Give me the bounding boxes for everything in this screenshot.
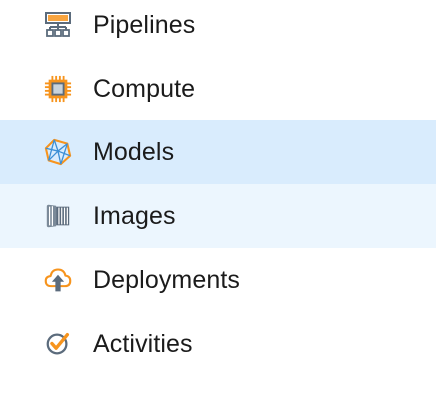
deployments-icon	[44, 266, 72, 294]
nav-item-deployments[interactable]: Deployments	[0, 248, 436, 312]
compute-icon	[44, 75, 72, 103]
nav-item-models[interactable]: Models	[0, 120, 436, 184]
nav-label-pipelines: Pipelines	[93, 10, 196, 39]
nav-label-activities: Activities	[93, 329, 193, 358]
side-navigation: Pipelines Compute Models Images Deployme…	[0, 0, 436, 405]
activities-icon	[44, 330, 72, 358]
nav-label-deployments: Deployments	[93, 265, 240, 294]
nav-label-models: Models	[93, 137, 175, 166]
nav-item-images[interactable]: Images	[0, 184, 436, 248]
models-icon	[44, 138, 72, 166]
nav-label-images: Images	[93, 201, 176, 230]
pipelines-icon	[44, 11, 72, 39]
images-icon	[44, 202, 72, 230]
nav-label-compute: Compute	[93, 74, 196, 103]
nav-item-activities[interactable]: Activities	[0, 312, 436, 376]
nav-item-pipelines[interactable]: Pipelines	[0, 0, 436, 57]
nav-item-compute[interactable]: Compute	[0, 57, 436, 121]
